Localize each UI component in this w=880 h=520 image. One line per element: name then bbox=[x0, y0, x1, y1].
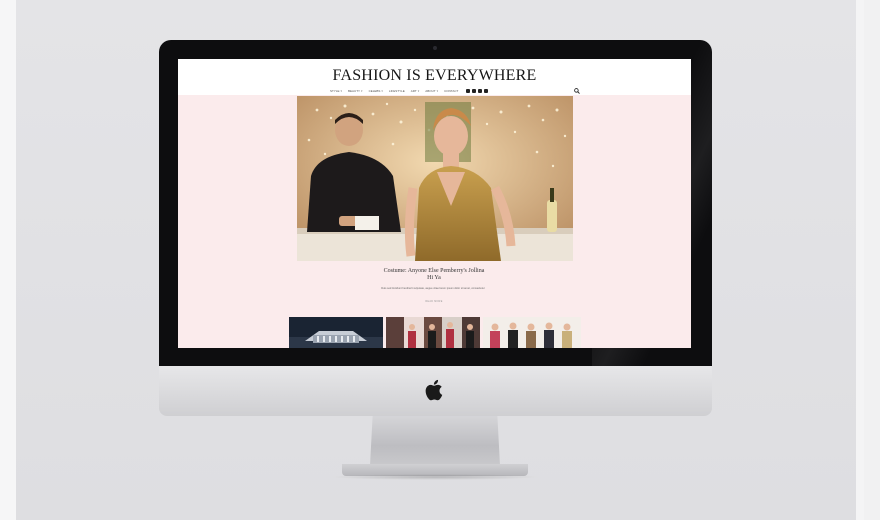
search-icon[interactable] bbox=[574, 88, 580, 94]
right-margin bbox=[864, 0, 880, 520]
chevron-down-icon: ▾ bbox=[361, 89, 363, 93]
nav-item-about[interactable]: ABOUT ▾ bbox=[425, 89, 438, 93]
nav-label: STYLE bbox=[330, 89, 340, 93]
thumbnail-group[interactable] bbox=[483, 317, 581, 348]
thumbnail-redcarpet[interactable] bbox=[386, 317, 480, 348]
facebook-icon[interactable] bbox=[466, 89, 471, 93]
monitor-stand-neck bbox=[370, 416, 500, 466]
featured-title[interactable]: Costume: Anyone Else Pemberry's Jollina … bbox=[328, 268, 540, 282]
chevron-down-icon: ▾ bbox=[436, 89, 439, 93]
camera-dot bbox=[433, 46, 437, 50]
nav-label: BEAUTY bbox=[348, 89, 361, 93]
read-more-link[interactable]: READ MORE bbox=[416, 300, 452, 303]
featured-title-line-2: Hi Ya bbox=[427, 275, 441, 281]
site-title[interactable]: FASHION IS EVERYWHERE bbox=[178, 67, 691, 85]
website-screen: FASHION IS EVERYWHERE STYLE ▾ BEAUTY ▾ CEL… bbox=[178, 59, 691, 348]
nav-label: ABOUT bbox=[425, 89, 436, 93]
twitter-icon[interactable] bbox=[484, 89, 489, 93]
thumbnail-building[interactable] bbox=[289, 317, 383, 348]
site-nav: STYLE ▾ BEAUTY ▾ CELEBS ▾ LIFESTYLE ART ▾ AB… bbox=[330, 88, 489, 94]
featured-excerpt: Duis sed tincidunt hendrerit vulputate, … bbox=[381, 287, 485, 290]
instagram-icon[interactable] bbox=[472, 89, 477, 93]
chevron-down-icon: ▾ bbox=[340, 89, 343, 93]
pinterest-icon[interactable] bbox=[478, 89, 483, 93]
nav-label: CELEBS bbox=[368, 89, 381, 93]
stand-shadow bbox=[330, 474, 540, 480]
nav-item-contact[interactable]: CONTACT bbox=[444, 89, 458, 93]
nav-label: ART bbox=[410, 89, 417, 93]
nav-item-celebs[interactable]: CELEBS ▾ bbox=[369, 89, 383, 93]
nav-label: CONTACT bbox=[444, 89, 459, 93]
nav-item-art[interactable]: ART ▾ bbox=[411, 89, 419, 93]
nav-item-lifestyle[interactable]: LIFESTYLE bbox=[389, 89, 405, 93]
chevron-down-icon: ▾ bbox=[381, 89, 383, 93]
nav-label: LIFESTYLE bbox=[388, 89, 405, 93]
site-header: FASHION IS EVERYWHERE STYLE ▾ BEAUTY ▾ CEL… bbox=[178, 59, 691, 95]
chevron-down-icon: ▾ bbox=[417, 89, 420, 93]
left-margin bbox=[0, 0, 16, 520]
nav-item-style[interactable]: STYLE ▾ bbox=[330, 89, 342, 93]
apple-logo bbox=[425, 379, 443, 401]
nav-item-beauty[interactable]: BEAUTY ▾ bbox=[348, 89, 363, 93]
thumbnail-row bbox=[289, 317, 581, 348]
featured-image[interactable] bbox=[297, 96, 573, 261]
featured-title-line-1: Costume: Anyone Else Pemberry's Jollina bbox=[383, 268, 485, 274]
social-icons bbox=[466, 89, 489, 93]
